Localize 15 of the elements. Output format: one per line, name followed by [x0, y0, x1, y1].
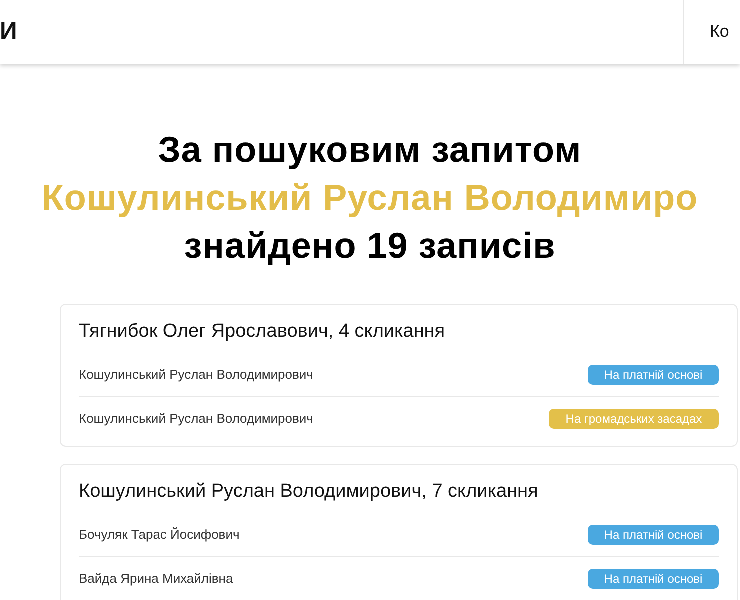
- person-name[interactable]: Кошулинський Руслан Володимирович: [79, 411, 314, 426]
- nav-link[interactable]: Ко: [683, 0, 740, 64]
- heading-text: За пошуковим запитом: [157, 128, 583, 172]
- status-badge: На громадських засадах: [549, 408, 719, 428]
- logo-text[interactable]: И: [0, 18, 18, 46]
- result-count-text: знайдено 19 записів: [183, 224, 557, 268]
- status-badge: На платній основі: [588, 524, 719, 544]
- person-name[interactable]: Бочуляк Тарас Йосифович: [79, 527, 240, 542]
- search-query-text: Кошулинський Руслан Володимиро: [40, 176, 700, 220]
- status-badge: На платній основі: [588, 568, 719, 588]
- card-title[interactable]: Тягнибок Олег Ярославович, 4 скликання: [79, 321, 719, 343]
- person-name[interactable]: Кошулинський Руслан Володимирович: [79, 367, 314, 382]
- card-title[interactable]: Кошулинський Руслан Володимирович, 7 скликання: [79, 481, 719, 503]
- status-badge: На платній основі: [588, 364, 719, 384]
- person-name[interactable]: Вайда Ярина Михайлівна: [79, 571, 234, 586]
